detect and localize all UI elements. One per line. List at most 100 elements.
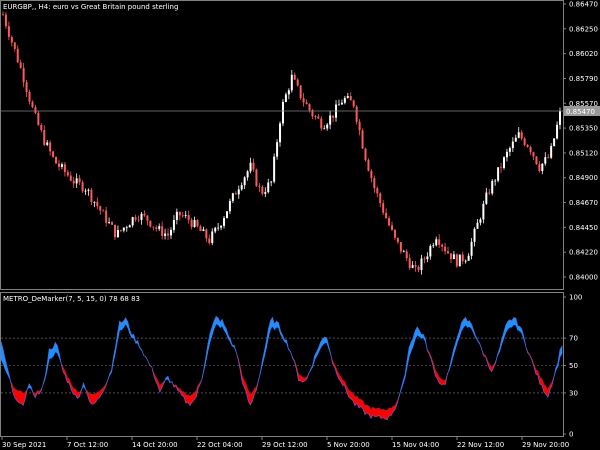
candle-body (449, 253, 452, 260)
candle-body (34, 107, 37, 113)
candle-body (526, 144, 529, 147)
candle-body (25, 82, 28, 92)
candle-body (99, 206, 102, 211)
candle-body (332, 115, 335, 118)
candle-body (355, 106, 358, 122)
candle-body (137, 219, 140, 221)
candle-body (217, 227, 220, 229)
candle-body (488, 192, 491, 194)
candle-body (223, 218, 226, 226)
candle-body (423, 258, 426, 260)
candle-body (514, 137, 517, 142)
indicator-frame[interactable] (0, 292, 564, 437)
candle-body (343, 97, 346, 103)
candle-body (500, 167, 503, 169)
candle-body (57, 163, 60, 167)
candle-body (102, 210, 105, 212)
candle-body (111, 222, 114, 225)
price-chart-frame[interactable] (0, 0, 564, 290)
candle-body (220, 225, 223, 228)
price-tick-label: 0.84670 (569, 199, 598, 207)
candle-body (299, 85, 302, 99)
demarker-fill-up (48, 348, 52, 360)
candle-body (249, 162, 252, 172)
candle-body (164, 233, 167, 236)
candle-body (128, 225, 131, 228)
candle-body (346, 96, 349, 98)
candle-body (491, 180, 494, 194)
candle-body (396, 237, 399, 243)
price-tick-label: 0.85350 (569, 125, 598, 133)
candle-body (438, 239, 441, 245)
candle-body (228, 200, 231, 212)
candle-body (225, 211, 228, 219)
time-tick-label: 7 Oct 12:00 (67, 441, 108, 449)
demarker-fill-down (298, 373, 301, 382)
candle-body (382, 203, 385, 213)
candle-body (444, 246, 447, 252)
time-tick-label: 5 Nov 20:00 (327, 441, 370, 449)
candle-body (196, 220, 199, 227)
candle-body (40, 125, 43, 131)
candle-body (349, 96, 352, 101)
candle-body (467, 255, 470, 261)
candle-body (308, 104, 311, 111)
time-tick-label: 29 Nov 20:00 (522, 441, 569, 449)
candle-body (508, 148, 511, 152)
candle-body (87, 189, 90, 191)
symbol-title: EURGBP,, H4: euro vs Great Britain pound… (3, 3, 178, 11)
indicator-tick-label: 70 (569, 335, 578, 343)
candle-body (520, 132, 523, 139)
candle-body (93, 201, 96, 203)
candle-body (46, 142, 49, 145)
candle-body (178, 211, 181, 216)
candle-body (84, 190, 87, 192)
time-tick-label: 22 Oct 04:00 (197, 441, 243, 449)
candle-body (429, 246, 432, 257)
candle-body (152, 226, 155, 228)
demarker-fill-down (539, 376, 543, 386)
candle-body (190, 219, 193, 227)
candle-body (122, 227, 125, 231)
candle-body (408, 258, 411, 268)
candle-body (547, 157, 550, 158)
candle-body (305, 102, 308, 105)
demarker-fill-up (513, 317, 517, 326)
candle-body (559, 111, 561, 125)
candle-body (10, 36, 13, 43)
candle-body (140, 213, 143, 220)
candle-body (184, 215, 187, 216)
candle-body (252, 162, 255, 170)
candle-body (134, 217, 137, 220)
indicator-tick-label: 100 (569, 294, 582, 302)
candle-body (105, 210, 108, 223)
candle-body (202, 229, 205, 231)
candle-body (240, 185, 243, 190)
candle-body (264, 192, 267, 194)
demarker-fill-up (467, 320, 470, 328)
candle-body (470, 241, 473, 256)
candle-body (246, 171, 249, 178)
candle-body (320, 118, 323, 129)
candle-body (155, 227, 158, 229)
candle-body (149, 220, 152, 227)
candle-body (364, 148, 367, 160)
candlestick-series (2, 11, 561, 275)
time-tick-label: 15 Nov 04:00 (392, 441, 439, 449)
candle-body (161, 226, 164, 236)
candle-body (90, 189, 93, 202)
candle-body (2, 14, 4, 16)
candle-body (4, 14, 7, 27)
candle-body (193, 220, 196, 227)
demarker-fill-up (517, 325, 521, 332)
candle-body (314, 116, 317, 118)
candle-body (281, 101, 284, 124)
candle-body (258, 186, 261, 187)
candle-body (108, 222, 111, 223)
candle-body (169, 229, 172, 236)
candle-body (464, 260, 467, 262)
candle-body (16, 48, 19, 63)
candle-body (432, 245, 435, 247)
price-axis: 0.864700.862500.860200.857900.855700.853… (563, 1, 598, 282)
candle-body (211, 231, 214, 244)
